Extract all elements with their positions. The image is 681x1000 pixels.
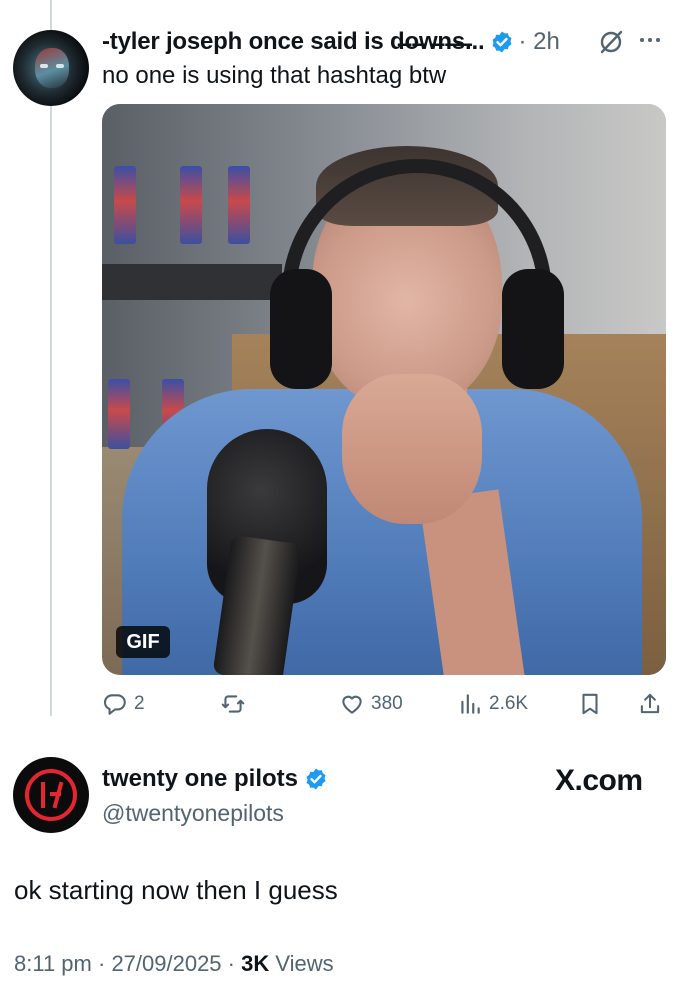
views-button[interactable]: 2.6K <box>457 686 528 722</box>
tweet-actions: 2 380 2.6K <box>102 686 666 722</box>
views-count: 3K <box>241 951 270 976</box>
more-dot <box>648 38 652 42</box>
share-button[interactable] <box>637 686 669 722</box>
more-dot <box>640 38 644 42</box>
media-can <box>228 166 250 244</box>
author-name-row: twenty one pilots <box>102 762 328 796</box>
retweet-button[interactable] <box>220 686 252 722</box>
reply-icon <box>103 694 126 715</box>
avatar-eye <box>56 64 64 68</box>
more-options-icon[interactable] <box>640 38 660 42</box>
views-label: Views <box>275 951 334 976</box>
media-person-hand <box>342 374 482 524</box>
author-handle[interactable]: @twentyonepilots <box>102 796 328 830</box>
tweet-meta: 8:11 pm · 27/09/2025 · 3K Views <box>14 951 334 977</box>
thread-line <box>50 104 52 716</box>
bookmark-button[interactable] <box>577 686 609 722</box>
tweet-header: -tyler joseph once said is d̶o̶w̶n̶s̶...… <box>102 22 560 62</box>
twenty-one-pilots-avatar[interactable] <box>13 757 89 833</box>
verified-badge-icon <box>492 31 512 53</box>
views-chart-icon <box>461 694 480 714</box>
avatar[interactable] <box>13 30 89 106</box>
media-can <box>108 379 130 449</box>
views-count: 2.6K <box>489 693 529 714</box>
grok-icon[interactable] <box>597 28 625 56</box>
share-icon <box>640 693 660 714</box>
thread-line-top <box>50 0 52 30</box>
more-dot <box>656 38 660 42</box>
media-headphone-cup <box>270 269 332 389</box>
retweet-icon <box>221 695 245 713</box>
meta-separator: · <box>227 951 242 976</box>
meta-separator: · <box>97 951 112 976</box>
media-can <box>114 166 136 244</box>
author-block: twenty one pilots @twentyonepilots <box>102 762 328 830</box>
bookmark-icon <box>582 693 598 715</box>
display-name[interactable]: twenty one pilots <box>102 762 298 796</box>
tweet-time[interactable]: 8:11 pm <box>14 951 92 976</box>
reply-button[interactable]: 2 <box>102 686 145 722</box>
twenty-one-pilots-logo-icon <box>25 769 77 821</box>
media-can <box>180 166 202 244</box>
media-headphone-cup <box>502 269 564 389</box>
tweet-time[interactable]: · 2h <box>518 28 559 56</box>
tweet-text: no one is using that hashtag btw <box>102 62 447 89</box>
like-count: 380 <box>371 693 403 714</box>
gif-badge: GIF <box>116 626 170 658</box>
display-name[interactable]: -tyler joseph once said is d̶o̶w̶n̶s̶... <box>102 28 485 56</box>
media-shelf <box>102 264 282 300</box>
heart-icon <box>342 695 362 714</box>
tweet-date[interactable]: 27/09/2025 <box>111 951 221 976</box>
avatar-face <box>35 48 69 88</box>
reply-count: 2 <box>134 693 145 714</box>
like-button[interactable]: 380 <box>339 686 403 722</box>
verified-badge-icon <box>306 768 326 790</box>
x-com-watermark: X.com <box>555 764 643 797</box>
tweet-text: ok starting now then I guess <box>14 875 338 905</box>
tweet-gif[interactable] <box>102 104 666 675</box>
avatar-eye <box>40 64 48 68</box>
